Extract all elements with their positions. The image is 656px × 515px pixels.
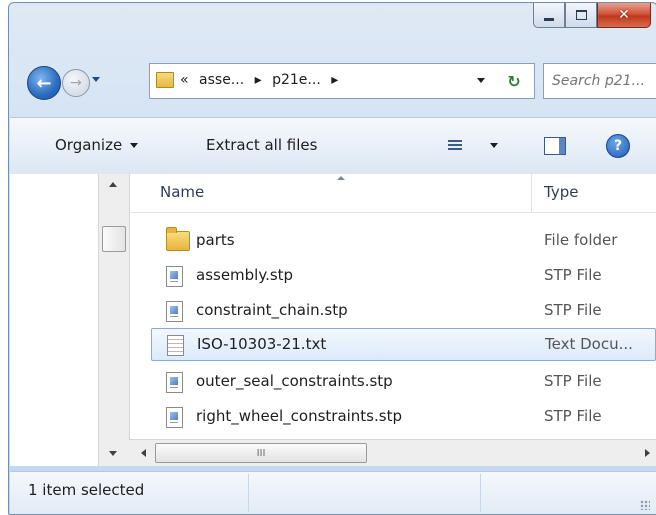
extract-all-button[interactable]: Extract all files [206,136,317,154]
scroll-right-icon[interactable] [645,449,650,457]
back-arrow-icon: ← [36,72,52,94]
status-text: 1 item selected [28,481,145,499]
breadcrumb-separator[interactable]: ▸ [331,72,338,88]
list-item[interactable]: assembly.stp STP File [130,259,656,292]
folder-icon [156,72,174,88]
stp-file-icon [166,266,183,287]
file-name: ISO-10303-21.txt [197,335,327,353]
forward-button[interactable]: → [62,69,90,97]
file-type: File folder [544,231,618,249]
refresh-icon: ↻ [507,71,521,91]
file-type: STP File [544,266,602,284]
text-file-icon [167,335,184,356]
list-item[interactable]: right_wheel_constraints.stp STP File [130,400,656,433]
breadcrumb-item[interactable]: p21e... [272,72,321,88]
file-type: STP File [544,372,602,390]
stp-file-icon [166,372,183,393]
breadcrumb-separator[interactable]: ▸ [255,72,262,88]
view-options-dropdown[interactable] [490,143,498,148]
sort-ascending-icon [337,176,345,180]
resize-grip-icon[interactable] [640,500,650,510]
file-name: assembly.stp [196,266,294,284]
minimize-button[interactable] [533,3,565,28]
list-item[interactable]: parts File folder [130,224,656,257]
preview-pane-icon[interactable] [544,137,566,155]
scroll-up-icon[interactable] [109,182,117,187]
file-type: STP File [544,301,602,319]
stp-file-icon [166,301,183,322]
list-item[interactable]: outer_seal_constraints.stp STP File [130,365,656,398]
file-list-area: Name Type parts File folder assembly.stp… [10,174,656,466]
address-dropdown-icon[interactable] [477,78,485,83]
file-name: right_wheel_constraints.stp [196,407,402,425]
folder-icon [166,227,190,251]
column-type[interactable]: Type [544,183,578,201]
status-divider [480,474,481,512]
file-name: constraint_chain.stp [196,301,348,319]
column-name[interactable]: Name [160,183,204,201]
help-icon[interactable]: ? [606,134,630,158]
search-box[interactable] [543,63,656,99]
explorer-window: ✕ ← → « asse... ▸ p21e... ▸ ↻ Organize E… [8,2,656,515]
status-divider [248,474,249,512]
close-icon: ✕ [618,7,630,23]
search-input[interactable] [544,64,656,98]
stp-file-icon [166,407,183,428]
scroll-left-icon[interactable] [141,449,146,457]
close-button[interactable]: ✕ [597,3,651,28]
organize-button[interactable]: Organize [55,136,139,154]
list-item[interactable]: constraint_chain.stp STP File [130,294,656,327]
breadcrumb-overflow[interactable]: « [180,72,189,88]
vertical-scrollbar[interactable] [98,174,130,466]
file-type: STP File [544,407,602,425]
column-divider[interactable] [531,174,532,212]
horizontal-scrollbar[interactable]: III [129,439,656,466]
organize-label: Organize [55,136,123,154]
file-name: outer_seal_constraints.stp [196,372,393,390]
extract-label: Extract all files [206,136,318,154]
breadcrumb: « asse... ▸ p21e... ▸ [180,72,344,88]
file-name: parts [196,231,235,249]
column-header: Name Type [130,174,656,213]
back-button[interactable]: ← [27,66,61,100]
forward-arrow-icon: → [70,75,82,91]
caption-buttons: ✕ [533,3,651,29]
scroll-thumb[interactable]: III [155,443,367,463]
minimize-icon [544,17,554,21]
scroll-thumb[interactable] [102,226,126,252]
file-type: Text Docu... [545,335,633,353]
recent-pages-dropdown[interactable] [92,77,100,82]
command-bar: Organize Extract all files ? [10,117,656,175]
maximize-icon [575,10,587,20]
refresh-button[interactable]: ↻ [494,63,535,99]
status-bar: 1 item selected [10,471,656,514]
maximize-button[interactable] [565,3,597,28]
scroll-down-icon[interactable] [109,451,117,456]
address-bar[interactable]: « asse... ▸ p21e... ▸ [149,63,496,99]
list-item-selected[interactable]: ISO-10303-21.txt Text Docu... [151,328,656,361]
breadcrumb-item[interactable]: asse... [199,72,244,88]
chevron-down-icon [130,143,139,148]
change-view-icon[interactable] [448,140,462,152]
